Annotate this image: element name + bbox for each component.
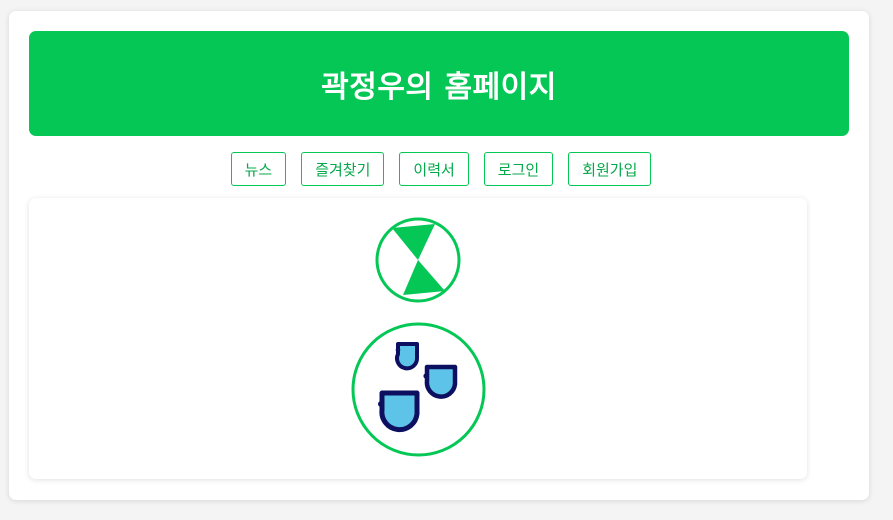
nav-signup-button[interactable]: 회원가입 <box>568 152 652 186</box>
nav-bar: 뉴스 즐겨찾기 이력서 로그인 회원가입 <box>9 152 869 186</box>
nav-resume-button[interactable]: 이력서 <box>399 152 469 186</box>
hourglass-icon[interactable] <box>375 217 461 303</box>
content-card <box>29 198 807 479</box>
header-banner: 곽정우의 홈페이지 <box>29 31 849 136</box>
nav-favorites-button[interactable]: 즐겨찾기 <box>301 152 385 186</box>
nav-news-button[interactable]: 뉴스 <box>230 152 287 186</box>
site-title: 곽정우의 홈페이지 <box>321 69 557 105</box>
page-container: 곽정우의 홈페이지 뉴스 즐겨찾기 이력서 로그인 회원가입 <box>9 11 869 500</box>
water-drops-icon[interactable] <box>351 322 486 457</box>
nav-login-button[interactable]: 로그인 <box>483 152 554 186</box>
